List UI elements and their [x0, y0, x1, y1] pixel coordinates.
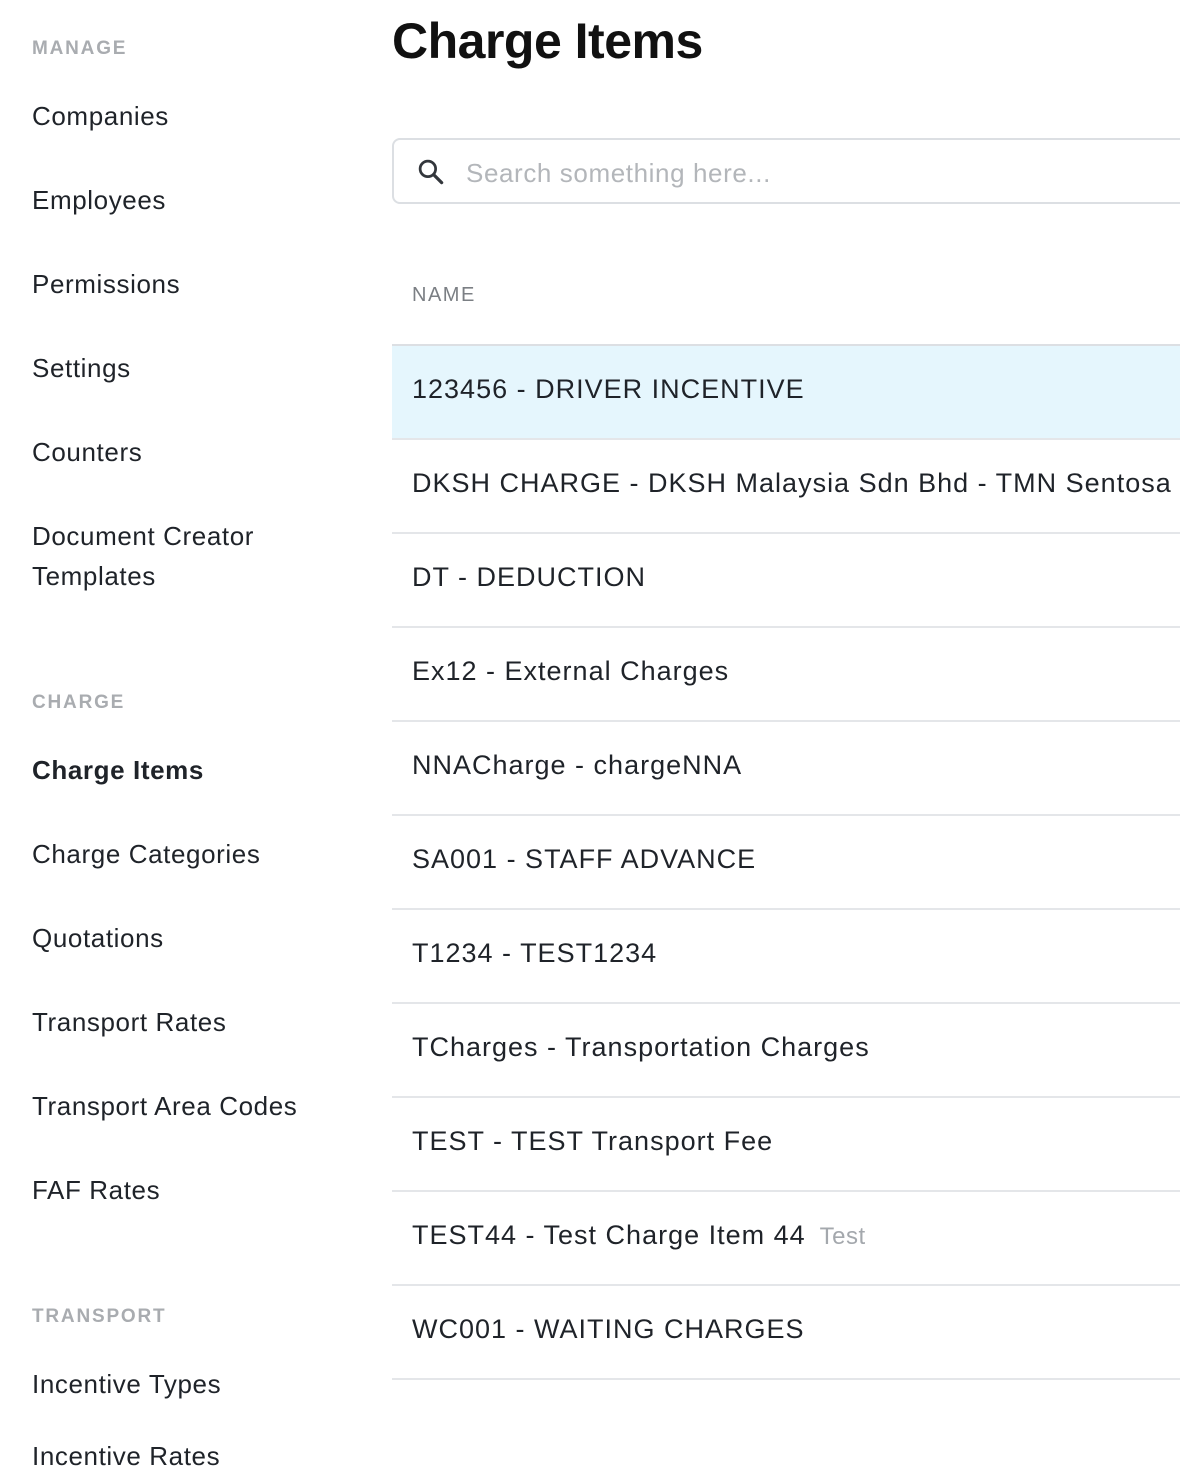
section-label-transport: TRANSPORT: [32, 1306, 167, 1327]
table-row[interactable]: DT - DEDUCTION: [392, 534, 1180, 628]
sidebar-item-charge-categories[interactable]: Charge Categories: [32, 834, 332, 874]
sidebar-item-faf-rates[interactable]: FAF Rates: [32, 1170, 332, 1210]
table-row[interactable]: NNACharge - chargeNNA: [392, 722, 1180, 816]
sidebar-item-employees[interactable]: Employees: [32, 180, 332, 220]
row-name: DKSH CHARGE - DKSH Malaysia Sdn Bhd - TM…: [412, 468, 1172, 498]
sidebar-item-incentive-rates[interactable]: Incentive Rates: [32, 1436, 332, 1476]
row-name: TCharges - Transportation Charges: [412, 1032, 870, 1062]
table-row[interactable]: DKSH CHARGE - DKSH Malaysia Sdn Bhd - TM…: [392, 440, 1180, 534]
table-row[interactable]: TEST44 - Test Charge Item 44 Test: [392, 1192, 1180, 1286]
row-name: Ex12 - External Charges: [412, 656, 730, 686]
row-name: TEST - TEST Transport Fee: [412, 1126, 774, 1156]
row-name: TEST44 - Test Charge Item 44 Test: [412, 1220, 866, 1250]
sidebar-item-document-creator-templates[interactable]: Document Creator Templates: [32, 516, 282, 596]
table-row[interactable]: T1234 - TEST1234: [392, 910, 1180, 1004]
column-header-name[interactable]: NAME: [412, 284, 476, 307]
sidebar-item-settings[interactable]: Settings: [32, 348, 332, 388]
sidebar-item-permissions[interactable]: Permissions: [32, 264, 332, 304]
row-tag: Test: [819, 1223, 866, 1250]
charge-items-list: 123456 - DRIVER INCENTIVE DKSH CHARGE - …: [392, 346, 1180, 1380]
section-label-charge: CHARGE: [32, 692, 126, 713]
row-name: 123456 - DRIVER INCENTIVE: [412, 374, 805, 404]
row-name: NNACharge - chargeNNA: [412, 750, 743, 780]
sidebar-item-transport-area-codes[interactable]: Transport Area Codes: [32, 1086, 332, 1126]
table-row[interactable]: WC001 - WAITING CHARGES: [392, 1286, 1180, 1380]
row-name: WC001 - WAITING CHARGES: [412, 1314, 805, 1344]
search-icon: [418, 159, 444, 185]
sidebar-item-companies[interactable]: Companies: [32, 96, 332, 136]
row-name: SA001 - STAFF ADVANCE: [412, 844, 757, 874]
row-name: T1234 - TEST1234: [412, 938, 658, 968]
table-row[interactable]: SA001 - STAFF ADVANCE: [392, 816, 1180, 910]
table-row[interactable]: 123456 - DRIVER INCENTIVE: [392, 346, 1180, 440]
main-content: Charge Items NAME 123456 - DRIVER INCENT…: [392, 0, 1180, 1460]
table-row[interactable]: Ex12 - External Charges: [392, 628, 1180, 722]
page-title: Charge Items: [392, 13, 703, 69]
sidebar-item-quotations[interactable]: Quotations: [32, 918, 332, 958]
row-name: DT - DEDUCTION: [412, 562, 646, 592]
sidebar: MANAGE Companies Employees Permissions S…: [0, 0, 360, 1471]
sidebar-item-incentive-types[interactable]: Incentive Types: [32, 1364, 332, 1404]
search-box[interactable]: [392, 138, 1180, 204]
sidebar-item-charge-items[interactable]: Charge Items: [32, 750, 332, 790]
table-row[interactable]: TCharges - Transportation Charges: [392, 1004, 1180, 1098]
section-label-manage: MANAGE: [32, 38, 128, 59]
sidebar-item-transport-rates[interactable]: Transport Rates: [32, 1002, 332, 1042]
sidebar-item-counters[interactable]: Counters: [32, 432, 332, 472]
table-row[interactable]: TEST - TEST Transport Fee: [392, 1098, 1180, 1192]
search-input[interactable]: [464, 150, 1168, 196]
